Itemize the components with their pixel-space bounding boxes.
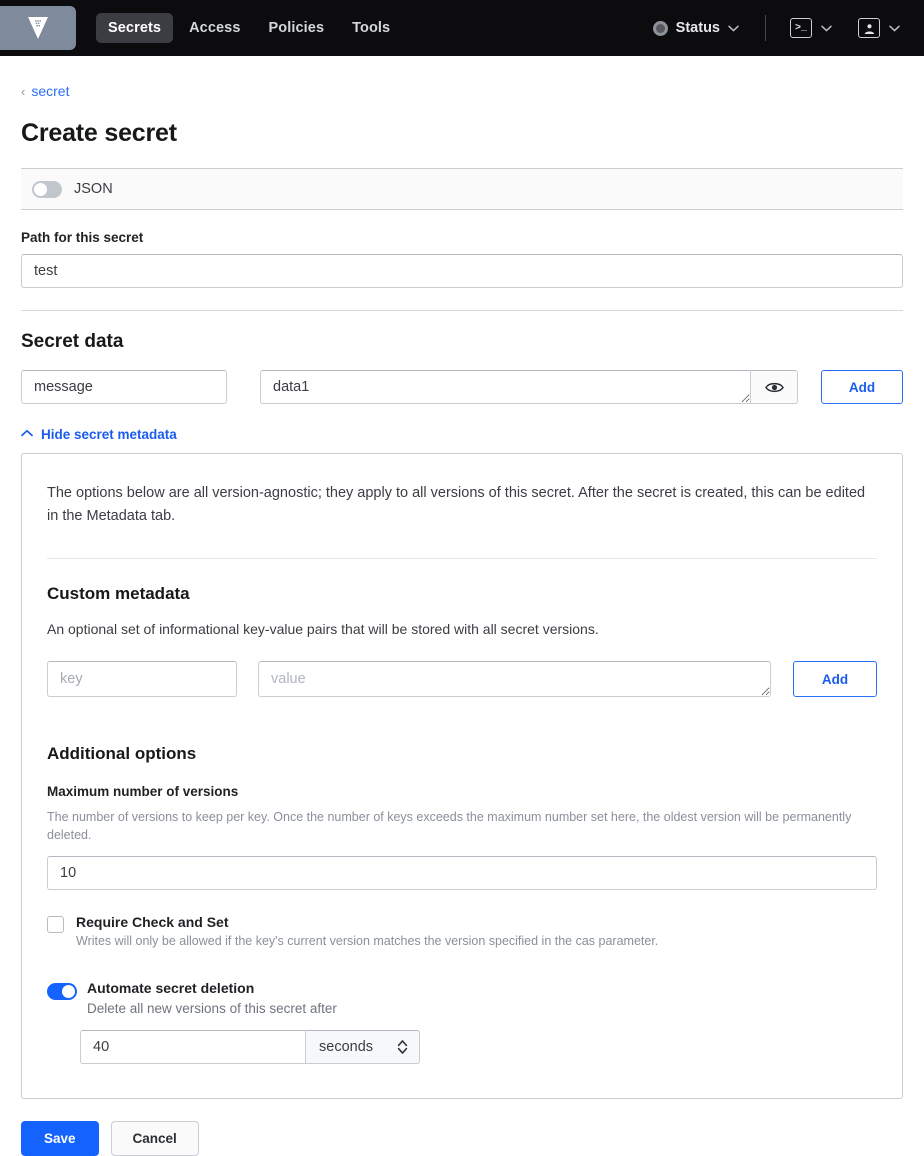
form-footer: Save Cancel (21, 1121, 903, 1156)
breadcrumb-link-secret[interactable]: secret (31, 83, 69, 99)
nav-link-access[interactable]: Access (177, 13, 252, 43)
cancel-button[interactable]: Cancel (110, 1121, 199, 1156)
check-and-set-row: Require Check and Set Writes will only b… (47, 914, 877, 948)
top-navbar: Secrets Access Policies Tools Status >_ (0, 0, 924, 56)
metadata-intro-text: The options below are all version-agnost… (47, 485, 866, 524)
secret-key-input[interactable] (21, 370, 227, 404)
terminal-icon: >_ (790, 18, 812, 38)
vault-logo-icon (27, 16, 49, 40)
ttl-unit-label: seconds (319, 1039, 374, 1055)
navbar-right-group: Status >_ (643, 12, 908, 44)
require-check-and-set-checkbox[interactable] (47, 916, 64, 933)
ttl-unit-select[interactable]: seconds (305, 1030, 420, 1064)
custom-metadata-add-button[interactable]: Add (793, 661, 877, 697)
console-toggle-button[interactable]: >_ (782, 12, 840, 44)
automate-secret-deletion-toggle[interactable] (47, 983, 77, 1000)
path-field-label: Path for this secret (21, 230, 144, 245)
max-versions-label: Maximum number of versions (47, 784, 239, 799)
json-toggle-bar: JSON (21, 168, 903, 210)
automate-deletion-label: Automate secret deletion (87, 980, 255, 996)
nav-link-policies[interactable]: Policies (257, 13, 337, 43)
chevron-down-icon (728, 22, 739, 34)
secret-data-row: Add (21, 370, 903, 404)
additional-options-title: Additional options (47, 744, 197, 763)
nav-link-tools[interactable]: Tools (340, 13, 402, 43)
navbar-divider (765, 15, 766, 41)
custom-metadata-value-input[interactable] (258, 661, 771, 697)
automate-deletion-row: Automate secret deletion Delete all new … (47, 980, 877, 1016)
ttl-control-group: seconds (80, 1030, 877, 1064)
secret-data-add-button[interactable]: Add (821, 370, 903, 404)
user-avatar-icon (858, 18, 880, 38)
secret-data-title: Secret data (21, 331, 124, 352)
ttl-value-input[interactable] (80, 1030, 305, 1064)
eye-icon[interactable] (750, 370, 798, 404)
automate-deletion-text-group: Automate secret deletion Delete all new … (87, 980, 337, 1016)
section-divider (21, 310, 903, 311)
page-title: Create secret (21, 119, 177, 147)
toggle-secret-metadata-label: Hide secret metadata (41, 427, 177, 442)
secret-value-input[interactable] (260, 370, 750, 404)
max-versions-input[interactable] (47, 856, 877, 890)
check-and-set-text-group: Require Check and Set Writes will only b… (76, 914, 658, 948)
automate-deletion-help: Delete all new versions of this secret a… (87, 1001, 337, 1016)
status-ring-icon (652, 20, 668, 36)
custom-metadata-title: Custom metadata (47, 584, 190, 603)
status-label: Status (675, 20, 720, 36)
chevron-up-icon (21, 429, 33, 440)
switch-knob (34, 182, 47, 196)
chevron-down-icon (821, 22, 832, 34)
max-versions-help: The number of versions to keep per key. … (47, 810, 852, 842)
vault-logo-button[interactable] (0, 6, 76, 50)
switch-knob (62, 985, 75, 998)
primary-nav: Secrets Access Policies Tools (96, 13, 402, 43)
stepper-icon (397, 1039, 408, 1055)
json-toggle-label: JSON (74, 181, 113, 197)
chevron-left-icon: ‹ (21, 83, 26, 99)
custom-metadata-row: Add (47, 661, 877, 697)
toggle-secret-metadata-link[interactable]: Hide secret metadata (21, 427, 903, 442)
secret-value-group (260, 370, 798, 404)
user-menu-button[interactable] (850, 12, 908, 44)
status-menu-button[interactable]: Status (643, 14, 749, 42)
secret-metadata-panel: The options below are all version-agnost… (21, 453, 903, 1099)
json-toggle-switch[interactable] (32, 180, 62, 198)
save-button[interactable]: Save (21, 1121, 99, 1156)
custom-metadata-key-input[interactable] (47, 661, 237, 697)
breadcrumb: ‹ secret (21, 83, 903, 99)
check-and-set-help: Writes will only be allowed if the key's… (76, 934, 659, 948)
path-input[interactable] (21, 254, 903, 288)
panel-divider (47, 558, 877, 559)
nav-link-secrets[interactable]: Secrets (96, 13, 174, 43)
check-and-set-label: Require Check and Set (76, 914, 229, 930)
chevron-down-icon (889, 22, 900, 34)
page-content: ‹ secret Create secret JSON Path for thi… (0, 83, 924, 1156)
custom-metadata-help: An optional set of informational key-val… (47, 621, 599, 637)
